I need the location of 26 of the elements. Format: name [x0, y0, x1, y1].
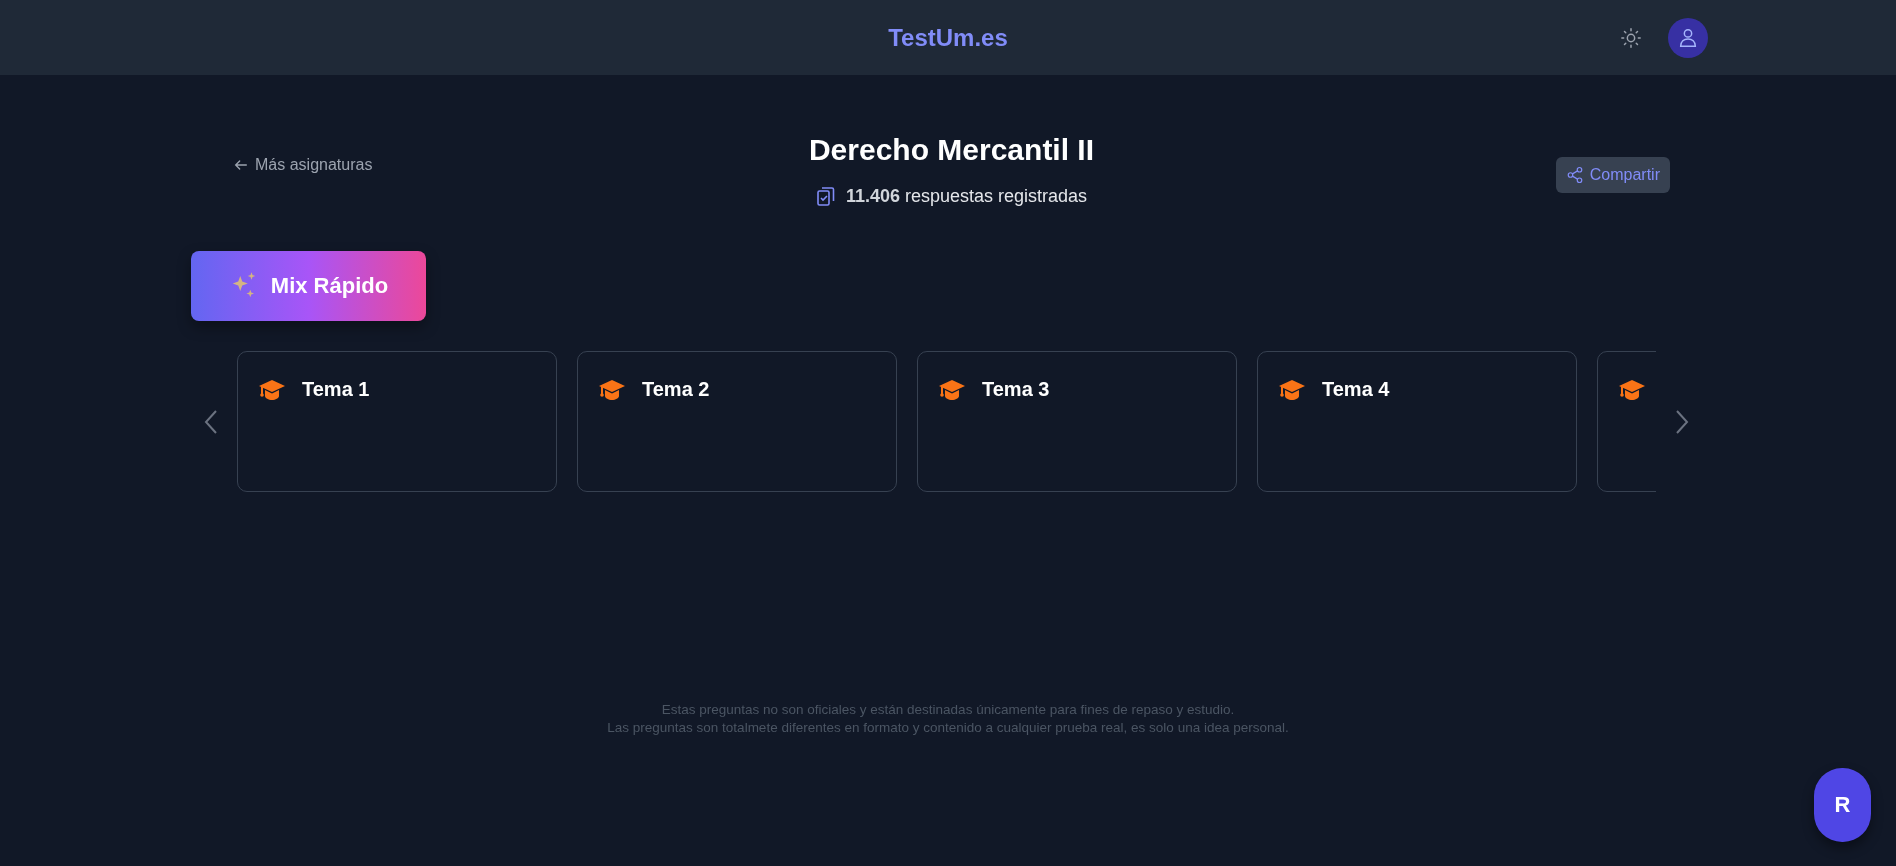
disclaimer-text: Las preguntas son totalmete diferentes en formato y contenido a cualquier prueba real, es solo una idea personal.	[606, 720, 1290, 735]
floating-action-button[interactable]: R	[1814, 768, 1871, 842]
graduation-cap-icon	[1278, 378, 1306, 402]
back-arrow-icon	[233, 157, 249, 173]
answers-count: 11.406 respuestas registradas	[845, 185, 1088, 207]
graduation-cap-icon	[598, 378, 626, 402]
topic-title: Tema 3	[982, 378, 1050, 401]
graduation-cap-icon	[1618, 378, 1646, 402]
topic-card[interactable]: Tema 1	[237, 351, 557, 492]
site-logo[interactable]: TestUm.es	[888, 23, 1008, 52]
graduation-cap-icon	[258, 378, 286, 402]
user-avatar[interactable]	[1668, 17, 1708, 58]
topic-card[interactable]: Tema 4	[1257, 351, 1577, 492]
subject-title: Derecho Mercantil II	[808, 133, 1095, 167]
share-icon	[1565, 166, 1584, 184]
quick-mix-button[interactable]: Mix Rápido	[191, 251, 426, 321]
back-link[interactable]: Más asignaturas	[233, 156, 373, 174]
topic-card[interactable]: Tema 3	[917, 351, 1237, 492]
disclaimer-text: Estas preguntas no son oficiales y están destinadas únicamente para fines de repaso y estudio.	[660, 702, 1236, 717]
clipboard-icon	[815, 185, 836, 207]
topic-title: Tema 2	[642, 378, 710, 401]
topic-title: Tema 4	[1322, 378, 1390, 401]
sun-icon[interactable]	[1620, 26, 1642, 49]
graduation-cap-icon	[938, 378, 966, 402]
topic-title: Tema 1	[302, 378, 370, 401]
topic-card[interactable]: Tema 2	[577, 351, 897, 492]
